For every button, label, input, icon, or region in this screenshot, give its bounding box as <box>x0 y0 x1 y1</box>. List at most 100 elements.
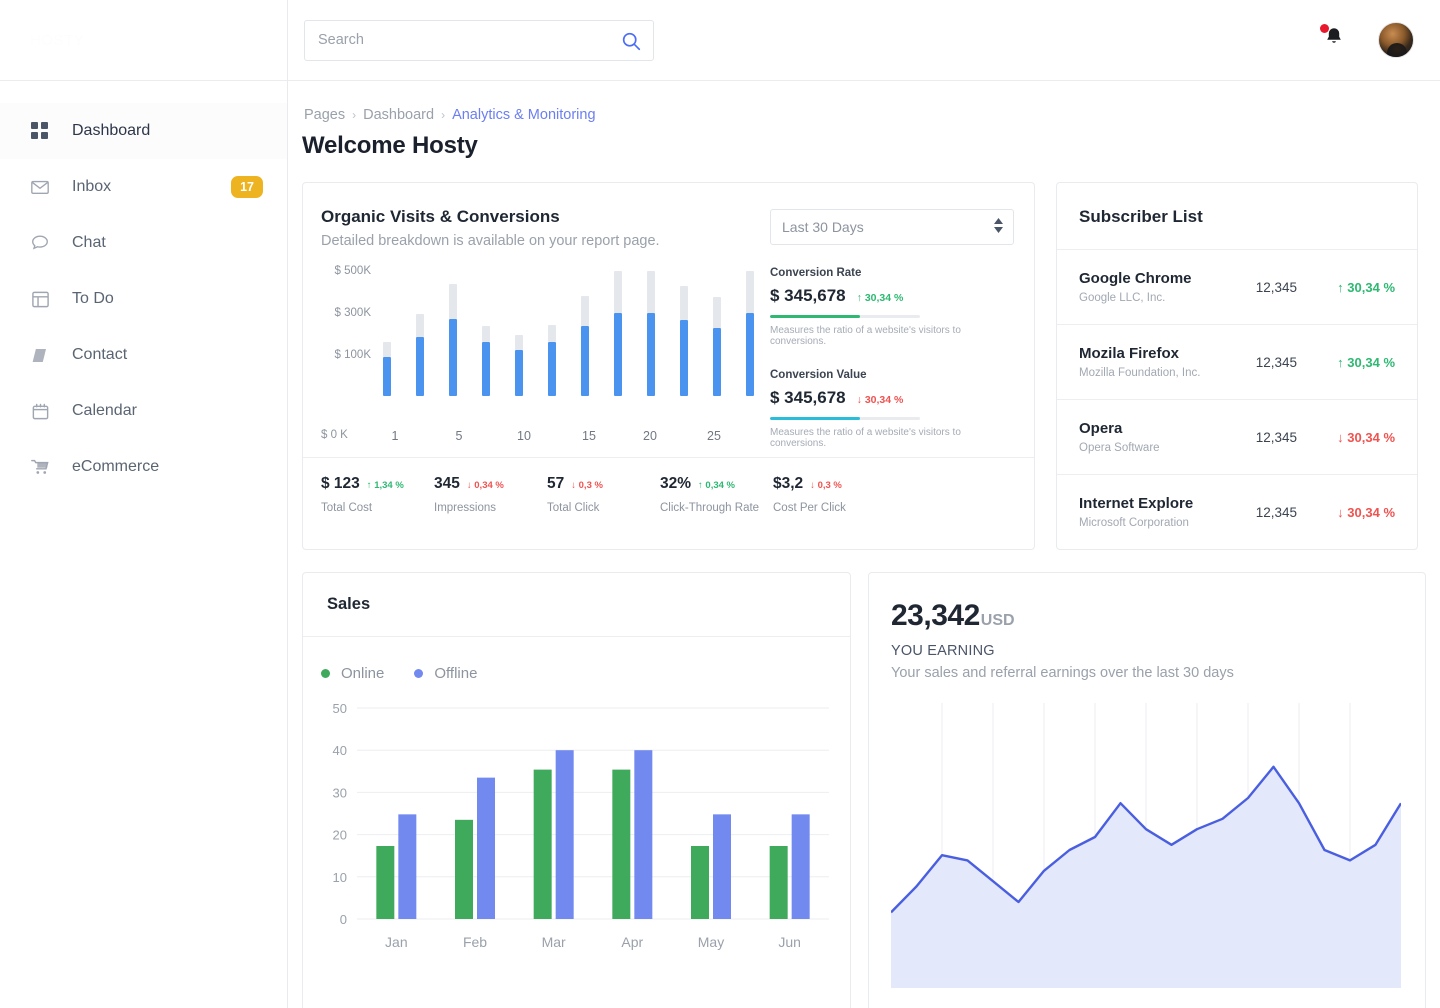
kpi-item: 32%↑ 0,34 %Click-Through Rate <box>660 475 773 514</box>
metric-conversion-rate: Conversion Rate $ 345,678 ↑ 30,34 % M <box>770 267 1014 347</box>
avatar[interactable] <box>1378 22 1414 58</box>
organic-plot-area <box>377 271 760 396</box>
y-tick-label: 10 <box>333 870 347 885</box>
sidebar-item-todo[interactable]: To Do <box>0 271 287 327</box>
kpi-value-row: $3,2↓ 0,3 % <box>773 475 886 493</box>
subscriber-name: Mozila Firefox <box>1079 345 1256 362</box>
arrow-up-icon: ↑ <box>857 292 862 304</box>
date-range-select[interactable]: Last 30 DaysLast 7 DaysLast 90 DaysLast … <box>770 209 1014 245</box>
breadcrumb-item-dashboard[interactable]: Dashboard <box>363 107 434 123</box>
bar-column <box>449 271 457 396</box>
envelope-icon <box>28 175 52 199</box>
inbox-badge: 17 <box>231 176 263 199</box>
search-input[interactable] <box>304 20 654 61</box>
kpi-label: Total Cost <box>321 502 434 514</box>
subscriber-change-value: 30,34 % <box>1347 280 1395 295</box>
earnings-area-chart <box>891 703 1401 988</box>
subscriber-row[interactable]: Mozila FirefoxMozilla Foundation, Inc.12… <box>1057 325 1417 400</box>
topbar <box>288 0 1440 81</box>
bar-segment-remaining <box>548 325 556 343</box>
subscriber-row[interactable]: Internet ExploreMicrosoft Corporation12,… <box>1057 475 1417 549</box>
bar-online <box>691 846 709 919</box>
subscriber-count: 12,345 <box>1256 430 1297 445</box>
kpi-delta-value: 0,34 % <box>474 480 504 491</box>
metric-progress-bar <box>770 417 920 420</box>
sidebar-item-label: To Do <box>72 290 263 308</box>
subscriber-change: ↑ 30,34 % <box>1313 280 1395 295</box>
subscriber-list-title: Subscriber List <box>1079 207 1395 227</box>
kpi-label: Click-Through Rate <box>660 502 773 514</box>
sidebar-item-label: Inbox <box>72 178 231 196</box>
kpi-value: 57 <box>547 475 564 493</box>
arrow-down-icon: ↓ <box>857 394 862 406</box>
y-tick-0k: $ 0 K <box>321 429 348 441</box>
subscriber-row[interactable]: Opera Opera Software12,345 ↓ 30,34 % <box>1057 400 1417 475</box>
bar-online <box>770 846 788 919</box>
breadcrumb-separator: › <box>352 108 356 122</box>
sidebar-item-ecommerce[interactable]: eCommerce <box>0 439 287 495</box>
bar-offline <box>792 814 810 919</box>
legend-item-offline[interactable]: Offline <box>414 665 477 682</box>
subscriber-name: Opera <box>1079 420 1256 437</box>
sidebar-item-dashboard[interactable]: Dashboard <box>0 103 287 159</box>
bar-online <box>534 770 552 919</box>
legend-item-online[interactable]: Online <box>321 665 384 682</box>
search-icon[interactable] <box>620 29 644 53</box>
kpi-delta: ↑ 1,34 % <box>367 480 404 491</box>
bar-segment-visits <box>680 320 688 396</box>
subscriber-change: ↓ 30,34 % <box>1313 430 1395 445</box>
sidebar-item-chat[interactable]: Chat <box>0 215 287 271</box>
x-tick-20: 20 <box>643 429 657 443</box>
organic-visits-bar-chart: $ 500K $ 300K $ 100K <box>321 271 760 423</box>
sidebar-item-inbox[interactable]: Inbox 17 <box>0 159 287 215</box>
subscriber-change-value: 30,34 % <box>1347 355 1395 370</box>
sales-card: Sales Online Offline 01020304050Ja <box>302 572 851 1008</box>
organic-x-axis: $ 0 K 1 5 10 15 20 25 <box>377 423 760 449</box>
metric-label: Conversion Rate <box>770 267 1014 279</box>
sidebar-item-contact[interactable]: Contact <box>0 327 287 383</box>
bar-column <box>614 271 622 396</box>
metric-delta-up: ↑ 30,34 % <box>857 292 904 304</box>
page-title: Welcome Hosty <box>302 132 1426 160</box>
subscriber-info: Google ChromeGoogle LLC, Inc. <box>1079 270 1256 304</box>
notifications-button[interactable] <box>1322 25 1352 55</box>
organic-visits-card: Organic Visits & Conversions Detailed br… <box>302 182 1035 550</box>
organic-card-body: Organic Visits & Conversions Detailed br… <box>303 183 1034 457</box>
kpi-delta: ↓ 0,34 % <box>467 480 504 491</box>
bar-segment-visits <box>449 319 457 397</box>
subscriber-name: Google Chrome <box>1079 270 1256 287</box>
x-tick-5: 5 <box>456 429 463 443</box>
bar-column <box>746 271 754 396</box>
logo-text: HOSTY <box>30 32 84 49</box>
metric-progress-fill <box>770 417 860 420</box>
kpi-delta: ↑ 0,34 % <box>698 480 735 491</box>
bar-segment-visits <box>416 337 424 396</box>
organic-card-title: Organic Visits & Conversions <box>321 207 760 227</box>
breadcrumb-item-pages[interactable]: Pages <box>304 107 345 123</box>
sales-legend: Online Offline <box>303 637 850 682</box>
earnings-card: 23,342USD YOU EARNING Your sales and ref… <box>868 572 1426 1008</box>
bottom-grid: Sales Online Offline 01020304050Ja <box>302 572 1426 1008</box>
breadcrumb-item-current[interactable]: Analytics & Monitoring <box>452 107 595 123</box>
metric-value-row: $ 345,678 ↑ 30,34 % <box>770 286 1014 306</box>
bar-segment-remaining <box>647 271 655 313</box>
metric-value-row: $ 345,678 ↓ 30,34 % <box>770 388 1014 408</box>
kpi-item: 57↓ 0,3 %Total Click <box>547 475 660 514</box>
bar-column <box>680 271 688 396</box>
legend-dot-online <box>321 669 330 678</box>
kpi-value: $3,2 <box>773 475 803 493</box>
calendar-icon <box>28 399 52 423</box>
bar-segment-remaining <box>581 296 589 326</box>
bar-segment-visits <box>713 328 721 396</box>
subscriber-row[interactable]: Google ChromeGoogle LLC, Inc.12,345↑ 30,… <box>1057 250 1417 325</box>
metric-progress-fill <box>770 315 860 318</box>
kpi-label: Cost Per Click <box>773 502 886 514</box>
subscriber-count: 12,345 <box>1256 505 1297 520</box>
y-tick-label: 40 <box>333 743 347 758</box>
logo-area[interactable]: HOSTY <box>0 0 287 81</box>
subscriber-org: Opera Software <box>1079 442 1256 454</box>
earnings-label: YOU EARNING <box>891 643 1401 659</box>
subscriber-info: Opera Opera Software <box>1079 420 1256 454</box>
breadcrumb-separator: › <box>441 108 445 122</box>
sidebar-item-calendar[interactable]: Calendar <box>0 383 287 439</box>
